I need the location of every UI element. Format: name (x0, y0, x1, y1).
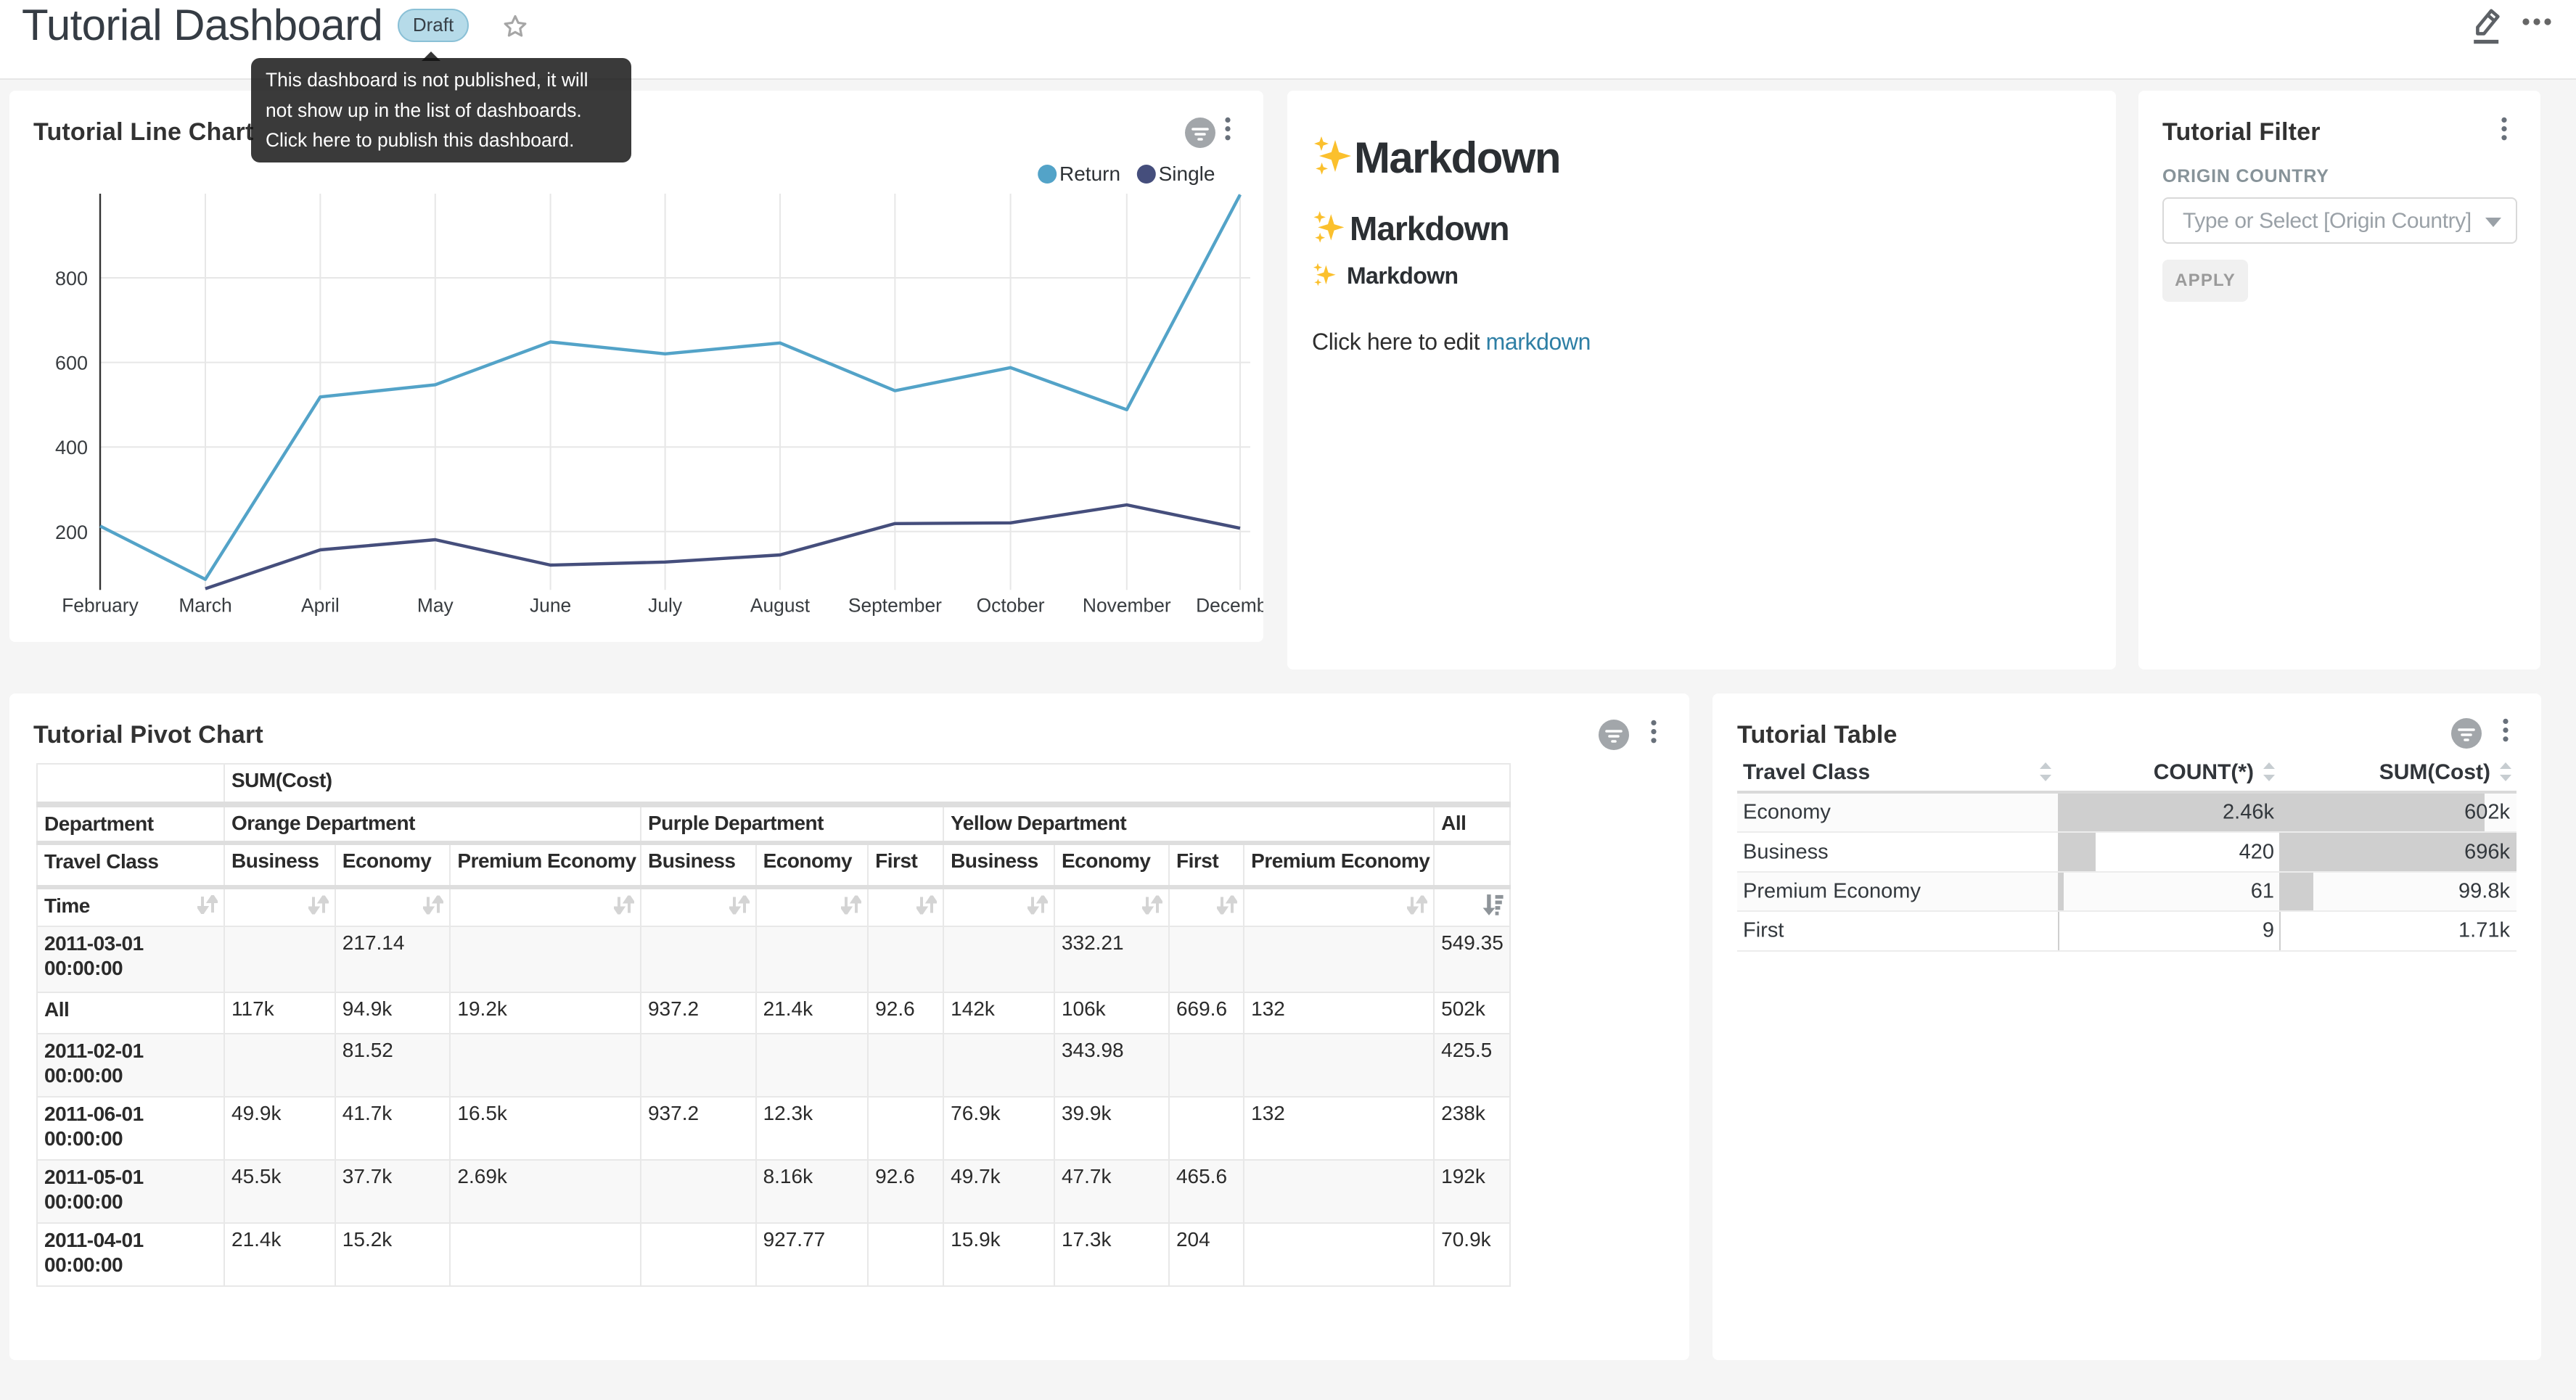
svg-text:Single: Single (1159, 162, 1215, 185)
svg-text:November: November (1083, 595, 1171, 617)
svg-text:March: March (179, 595, 231, 617)
svg-text:June: June (530, 595, 571, 617)
svg-text:February: February (62, 595, 139, 617)
svg-text:April: April (301, 595, 340, 617)
svg-text:July: July (648, 595, 683, 617)
svg-text:600: 600 (55, 353, 88, 374)
svg-text:December: December (1196, 595, 1263, 617)
svg-text:September: September (848, 595, 942, 617)
svg-text:August: August (750, 595, 811, 617)
svg-text:200: 200 (55, 522, 88, 543)
svg-text:800: 800 (55, 268, 88, 289)
svg-text:May: May (417, 595, 454, 617)
svg-text:Return: Return (1059, 162, 1120, 185)
svg-text:October: October (977, 595, 1045, 617)
svg-text:400: 400 (55, 437, 88, 458)
